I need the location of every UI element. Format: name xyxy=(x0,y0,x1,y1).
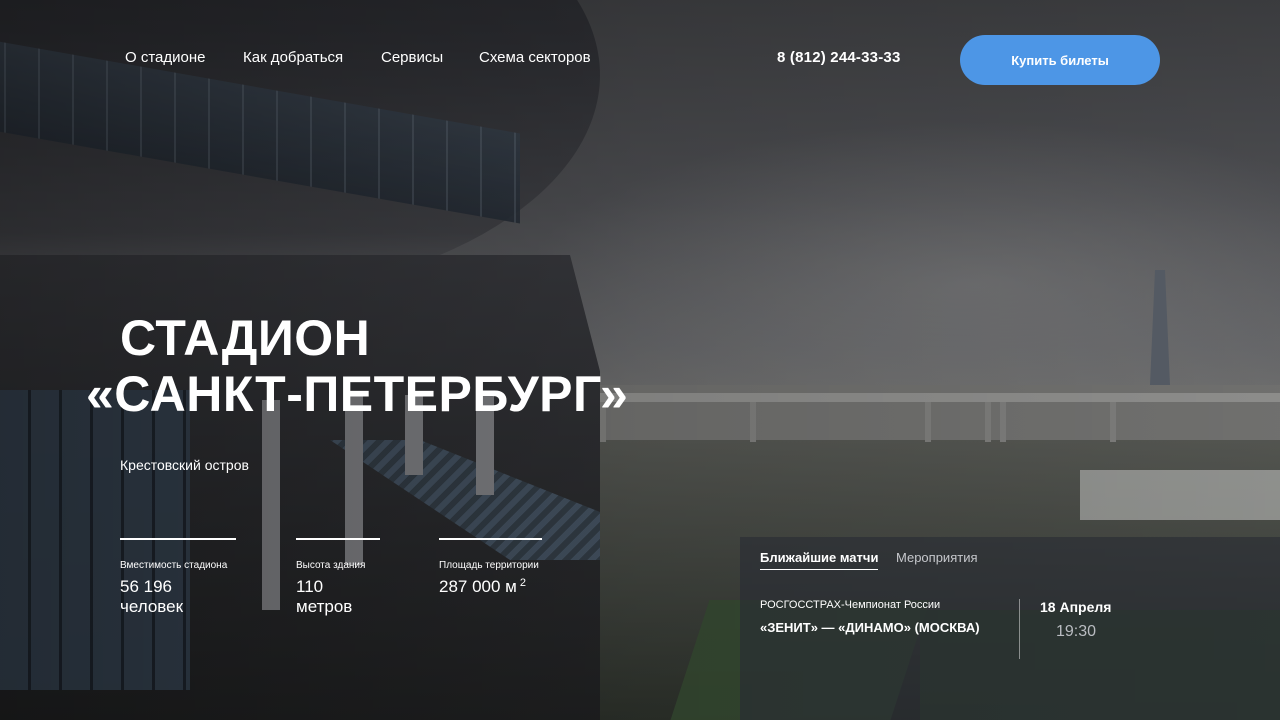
nav-item-services[interactable]: Сервисы xyxy=(381,49,443,66)
stat-area: Площадь территории 287 000 м2 xyxy=(439,538,542,597)
stat-value-number: 287 000 м xyxy=(439,577,517,596)
match-league: РОСГОССТРАХ-Чемпионат России xyxy=(760,599,941,611)
match-teams[interactable]: «ЗЕНИТ» — «ДИНАМО» (МОСКВА) xyxy=(760,617,990,638)
stat-value: 56 196 человек xyxy=(120,577,184,616)
title-line-2: «САНКТ-ПЕТЕРБУРГ» xyxy=(86,366,629,422)
stat-divider xyxy=(439,538,542,540)
stat-label: Высота здания xyxy=(296,560,366,571)
tab-upcoming-matches[interactable]: Ближайшие матчи xyxy=(760,550,879,570)
title-line-1: СТАДИОН xyxy=(120,310,371,366)
stat-label: Вместимость стадиона xyxy=(120,560,228,571)
stat-value-unit-superscript: 2 xyxy=(519,577,526,589)
stat-label: Площадь территории xyxy=(439,560,539,571)
page-title: СТАДИОН «САНКТ-ПЕТЕРБУРГ» xyxy=(86,310,726,422)
stat-divider xyxy=(296,538,380,540)
stat-value: 287 000 м2 xyxy=(439,577,542,597)
upcoming-matches-panel: Ближайшие матчи Мероприятия РОСГОССТРАХ-… xyxy=(740,537,1280,720)
buy-tickets-button[interactable]: Купить билеты xyxy=(960,35,1160,85)
stat-value: 110 метров xyxy=(296,577,353,616)
stat-height: Высота здания 110 метров xyxy=(296,538,380,617)
stat-divider xyxy=(120,538,236,540)
nav-item-directions[interactable]: Как добраться xyxy=(243,49,343,66)
location-subtitle: Крестовский остров xyxy=(120,457,249,473)
tab-events[interactable]: Мероприятия xyxy=(896,550,978,565)
nav-item-about[interactable]: О стадионе xyxy=(125,49,205,66)
top-navigation: О стадионе Как добраться Сервисы Схема с… xyxy=(0,0,1280,120)
match-date: 18 Апреля xyxy=(1040,599,1112,615)
match-time: 19:30 xyxy=(1056,623,1097,640)
stat-capacity: Вместимость стадиона 56 196 человек xyxy=(120,538,236,617)
match-divider xyxy=(1019,599,1020,659)
phone-number-link[interactable]: 8 (812) 244-33-33 xyxy=(777,49,900,66)
nav-item-sector-map[interactable]: Схема секторов xyxy=(479,49,591,66)
